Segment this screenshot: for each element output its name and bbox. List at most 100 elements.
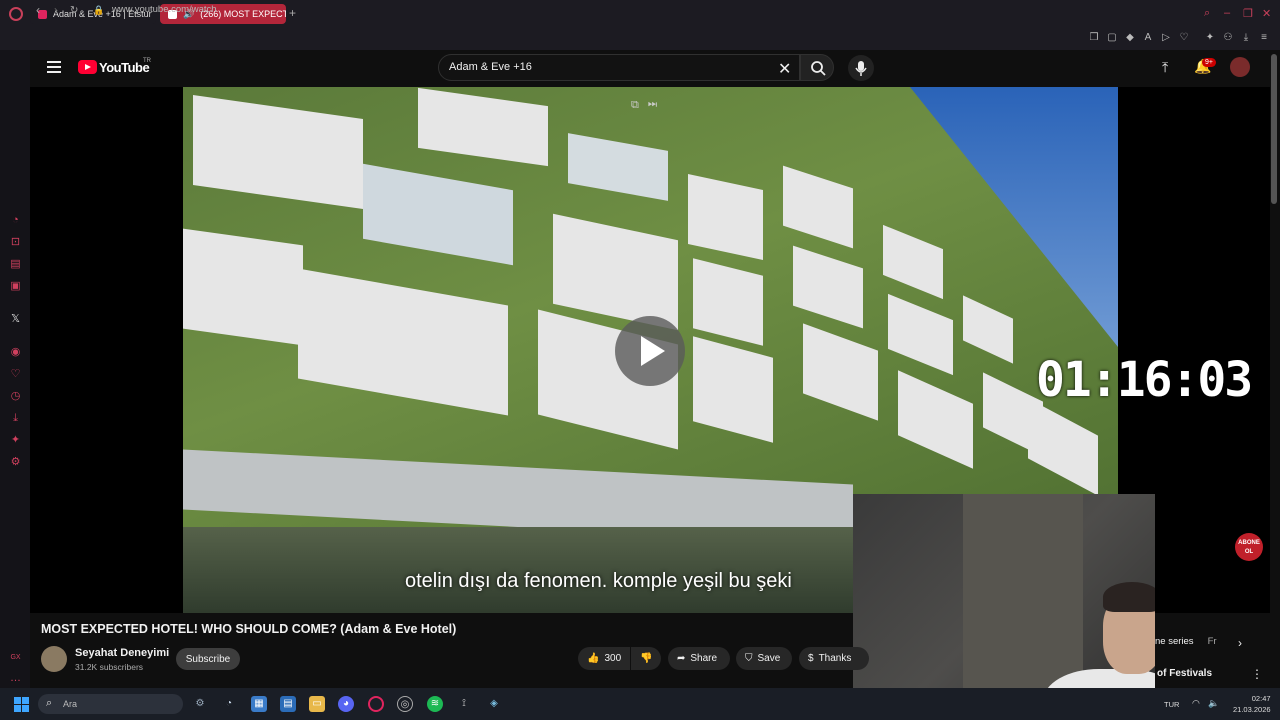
- building-window: [688, 174, 763, 260]
- dislike-button[interactable]: 👎: [631, 647, 661, 670]
- save-label: Save: [757, 653, 781, 664]
- thanks-label: Thanks: [818, 653, 852, 664]
- history-icon[interactable]: ◷: [9, 390, 22, 403]
- easy-setup-icon[interactable]: ≡: [1258, 32, 1270, 44]
- store-app-icon[interactable]: ▤: [280, 696, 296, 712]
- settings-app-icon[interactable]: ⚙: [192, 696, 208, 712]
- url-field[interactable]: www.youtube.com/watch: [112, 4, 217, 15]
- wifi-icon[interactable]: ◠: [1192, 698, 1200, 709]
- more-options-icon[interactable]: ⋮: [1251, 667, 1263, 681]
- more-icon[interactable]: …: [9, 672, 22, 685]
- search-button[interactable]: [800, 54, 834, 81]
- youtube-logo-icon[interactable]: [78, 60, 97, 74]
- share-button[interactable]: ➦ Share: [668, 647, 730, 670]
- pinboard-icon[interactable]: ▤: [9, 258, 22, 271]
- clock-time: 02:47: [1251, 694, 1271, 703]
- back-icon[interactable]: ‹: [36, 3, 40, 17]
- bookmark-icon[interactable]: ❒: [1088, 32, 1100, 44]
- translate-icon[interactable]: A: [1142, 32, 1154, 44]
- opera-logo-icon[interactable]: [9, 7, 23, 21]
- opera-gx-app-icon[interactable]: [368, 696, 384, 712]
- related-video-title[interactable]: of Festivals: [1157, 668, 1212, 679]
- favorites-icon[interactable]: ♡: [9, 368, 22, 381]
- taskbar-clock[interactable]: 02:47 21.03.2026: [1233, 693, 1271, 715]
- chip[interactable]: Fr: [1208, 636, 1217, 647]
- clear-search-icon[interactable]: ✕: [778, 59, 791, 79]
- webcam-overlay: [853, 494, 1155, 720]
- thanks-button[interactable]: $ Thanks: [799, 647, 869, 670]
- file-explorer-icon[interactable]: ▭: [309, 696, 325, 712]
- building-window: [793, 245, 863, 329]
- taskbar-search[interactable]: [38, 694, 183, 714]
- gx-icon[interactable]: GX: [9, 651, 22, 664]
- messenger-icon[interactable]: ▣: [9, 280, 22, 293]
- music-player-icon[interactable]: ◉: [9, 346, 22, 359]
- close-window-icon[interactable]: ✕: [1262, 7, 1271, 20]
- miniplayer-icon[interactable]: ⧉: [631, 99, 639, 111]
- speedometer-app-icon[interactable]: ◔: [221, 696, 237, 712]
- skip-next-icon[interactable]: ⏭: [648, 99, 657, 111]
- building-window: [693, 258, 763, 346]
- minimize-icon[interactable]: –: [1224, 7, 1230, 19]
- search-tabs-icon[interactable]: ⌕: [1204, 7, 1210, 20]
- save-button[interactable]: ⛉ Save: [736, 647, 792, 670]
- network-app-icon[interactable]: ◈: [486, 696, 502, 712]
- chevron-right-icon[interactable]: ›: [1238, 636, 1242, 650]
- search-box[interactable]: [438, 54, 800, 81]
- chip[interactable]: ne series: [1155, 636, 1194, 647]
- microphone-icon: [855, 61, 867, 76]
- play-button-icon[interactable]: [615, 316, 685, 386]
- miniplayer-controls[interactable]: ⧉ ⏭: [631, 99, 657, 112]
- subscriber-count: 31.2K subscribers: [75, 662, 144, 672]
- settings-icon[interactable]: ⚙: [9, 456, 22, 469]
- shield-icon[interactable]: ◆: [1124, 32, 1136, 44]
- building-window: [898, 370, 973, 469]
- like-button[interactable]: 👍 300: [578, 647, 630, 670]
- mic-app-icon[interactable]: ⟟: [456, 696, 472, 712]
- extensions-sidebar-icon[interactable]: ✦: [9, 434, 22, 447]
- webcam-person-hair: [1103, 582, 1155, 612]
- hamburger-menu-icon[interactable]: [47, 61, 61, 73]
- clock-date: 21.03.2026: [1233, 705, 1271, 714]
- video-title: MOST EXPECTED HOTEL! WHO SHOULD COME? (A…: [41, 622, 457, 636]
- building-window: [963, 295, 1013, 364]
- voice-search-button[interactable]: [848, 55, 874, 81]
- share-label: Share: [690, 653, 718, 664]
- maximize-icon[interactable]: ❐: [1243, 7, 1253, 20]
- forward-icon[interactable]: ›: [54, 3, 58, 17]
- downloads-icon[interactable]: ⤓: [9, 412, 22, 425]
- page-scrollbar[interactable]: [1271, 54, 1277, 204]
- create-upload-icon[interactable]: ⤒: [1162, 59, 1168, 76]
- discord-app-icon[interactable]: ◕: [338, 696, 354, 712]
- aria-icon[interactable]: ◔: [9, 214, 22, 227]
- volume-icon[interactable]: 🔈: [1208, 698, 1219, 709]
- building-window: [783, 165, 853, 249]
- building-window: [888, 293, 953, 376]
- related-chips: ne series Fr: [1155, 636, 1217, 647]
- abone-ol-badge[interactable]: ABONE OL: [1235, 533, 1263, 561]
- heart-icon[interactable]: ♡: [1178, 32, 1190, 44]
- like-count: 300: [604, 653, 622, 664]
- building-window: [803, 323, 878, 421]
- youtube-logo-text[interactable]: YouTube: [99, 60, 150, 75]
- channel-avatar[interactable]: [41, 646, 67, 672]
- account-avatar[interactable]: [1230, 57, 1250, 77]
- photos-app-icon[interactable]: ▦: [251, 696, 267, 712]
- keyboard-language[interactable]: TUR: [1164, 700, 1179, 709]
- subscribe-button[interactable]: Subscribe: [176, 648, 240, 670]
- channel-name[interactable]: Seyahat Deneyimi: [75, 647, 169, 659]
- windows-start-icon[interactable]: [14, 697, 29, 712]
- notification-badge: 9+: [1202, 58, 1216, 67]
- account-icon[interactable]: ⚇: [1222, 32, 1234, 44]
- extensions-icon[interactable]: ✦: [1204, 32, 1216, 44]
- spotify-app-icon[interactable]: ≋: [427, 696, 443, 712]
- workspace-icon[interactable]: ⊡: [9, 236, 22, 249]
- new-tab-button[interactable]: +: [289, 6, 296, 20]
- search-input[interactable]: [449, 61, 769, 73]
- download-icon[interactable]: ⤓: [1240, 32, 1252, 44]
- reload-icon[interactable]: ↻: [70, 5, 78, 16]
- x-twitter-icon[interactable]: 𝕏: [9, 313, 22, 326]
- player-icon[interactable]: ▷: [1160, 32, 1172, 44]
- snapshot-icon[interactable]: ▢: [1106, 32, 1118, 44]
- chrome-app-icon[interactable]: ◎: [397, 696, 413, 712]
